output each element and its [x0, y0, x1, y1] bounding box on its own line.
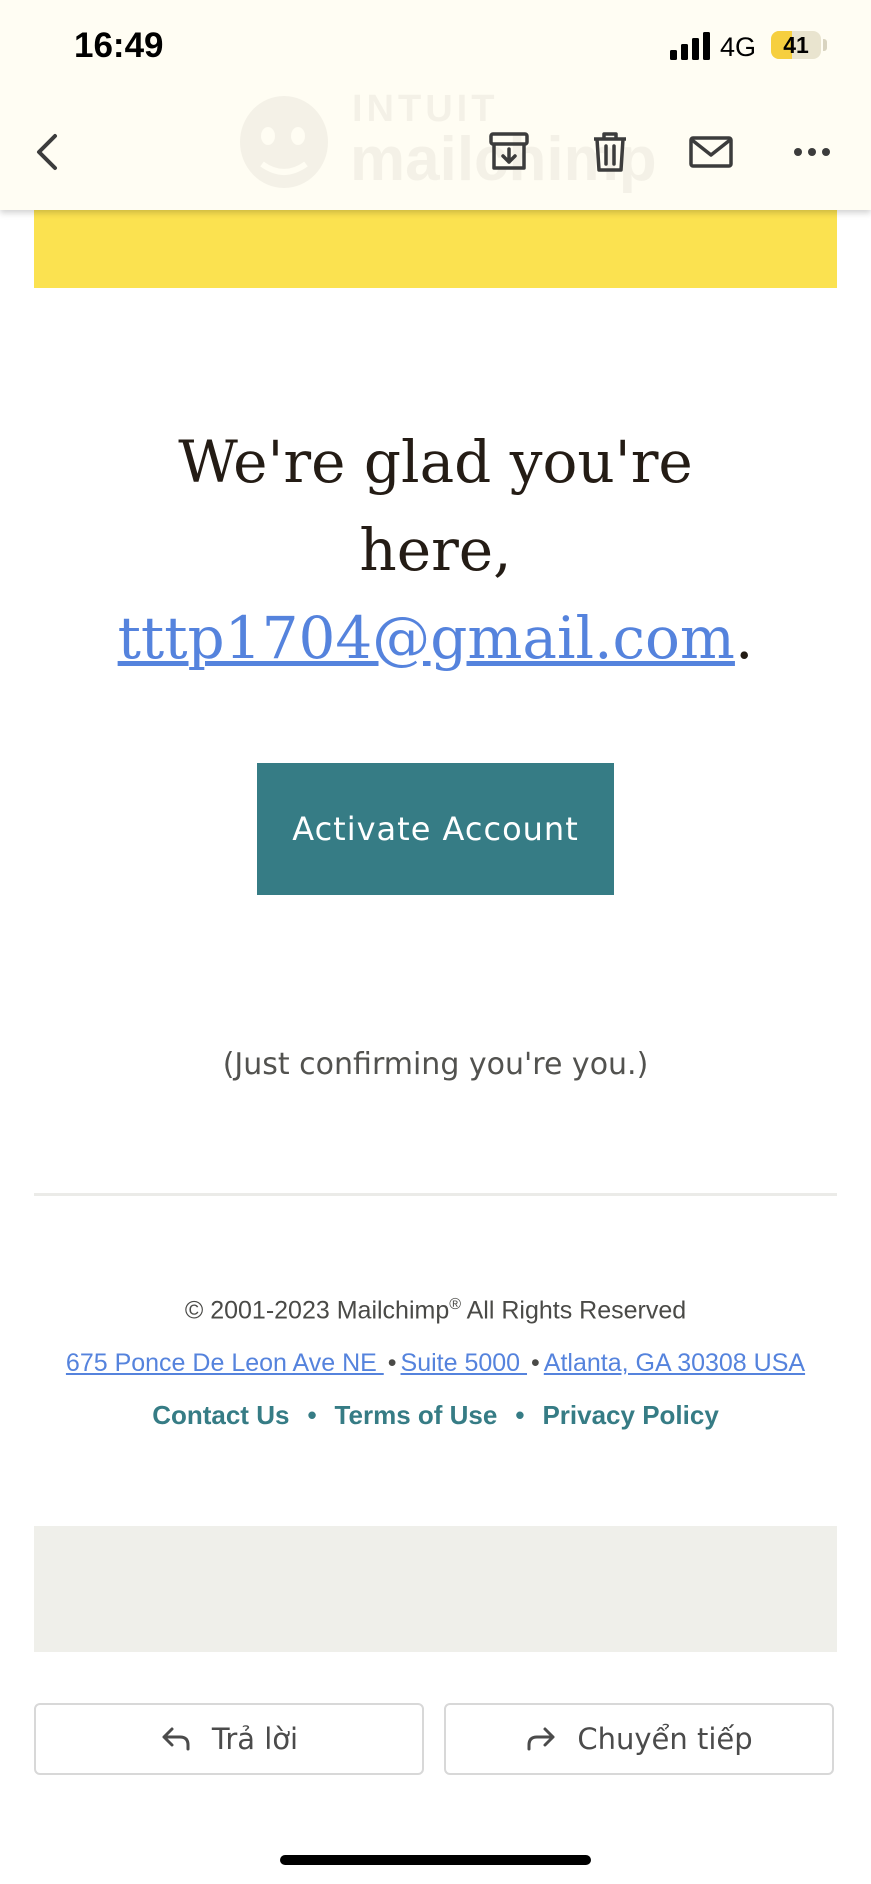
footer-banner	[34, 1526, 837, 1652]
copyright-suffix: All Rights Reserved	[461, 1296, 687, 1325]
email-address-link[interactable]: tttp1704@gmail.com	[118, 604, 735, 672]
address-separator: •	[531, 1349, 540, 1377]
reply-label: Trả lời	[211, 1722, 299, 1756]
divider	[34, 1193, 837, 1196]
welcome-headline: We're glad you're here, tttp1704@gmail.c…	[34, 418, 837, 682]
headline-period: .	[734, 604, 754, 672]
status-time: 16:49	[74, 26, 164, 65]
mailchimp-watermark: INTUIT mailchimp	[228, 80, 657, 195]
headline-line-3: tttp1704@gmail.com.	[34, 594, 837, 682]
battery-nub	[823, 39, 827, 51]
address-street-link[interactable]: 675 Ponce De Leon Ave NE	[66, 1349, 384, 1377]
reply-icon	[162, 1727, 190, 1751]
headline-line-1: We're glad you're	[178, 428, 693, 496]
forward-icon	[527, 1727, 555, 1751]
address-suite-link[interactable]: Suite 5000	[401, 1349, 528, 1377]
terms-of-use-link[interactable]: Terms of Use	[335, 1400, 498, 1430]
copyright-prefix: © 2001-2023 Mailchimp	[184, 1296, 450, 1325]
chevron-left-icon[interactable]	[24, 128, 72, 176]
freddie-logo-icon	[240, 96, 328, 188]
forward-button[interactable]: Chuyển tiếp	[444, 1703, 834, 1775]
privacy-policy-link[interactable]: Privacy Policy	[542, 1400, 718, 1430]
battery-percent: 41	[783, 32, 809, 58]
footer-links: Contact Us • Terms of Use • Privacy Policy	[0, 1400, 871, 1431]
battery-indicator: 41	[771, 31, 821, 59]
link-separator: •	[515, 1400, 525, 1430]
mail-icon[interactable]	[687, 128, 735, 176]
link-separator: •	[307, 1400, 317, 1430]
top-bar: 16:49 4G 41 INTUIT mailchimp	[0, 0, 871, 210]
network-type: 4G	[720, 32, 757, 62]
confirm-note: (Just confirming you're you.)	[222, 1047, 649, 1082]
activate-account-button[interactable]: Activate Account	[257, 763, 614, 895]
more-horizontal-icon[interactable]	[788, 128, 836, 176]
address-city-link[interactable]: Atlanta, GA 30308 USA	[544, 1349, 805, 1377]
registered-mark: ®	[449, 1296, 462, 1313]
copyright-text: © 2001-2023 Mailchimp® All Rights Reserv…	[0, 1296, 871, 1325]
address-separator: •	[387, 1349, 397, 1377]
archive-icon[interactable]	[485, 128, 533, 176]
contact-us-link[interactable]: Contact Us	[152, 1400, 289, 1430]
forward-label: Chuyển tiếp	[577, 1722, 753, 1756]
home-indicator	[280, 1855, 591, 1865]
postal-address: 675 Ponce De Leon Ave NE • Suite 5000 • At…	[0, 1349, 871, 1378]
headline-line-2: here,	[359, 516, 512, 584]
reply-button[interactable]: Trả lời	[34, 1703, 424, 1775]
trash-icon[interactable]	[586, 128, 634, 176]
cellular-signal-icon	[670, 32, 710, 60]
